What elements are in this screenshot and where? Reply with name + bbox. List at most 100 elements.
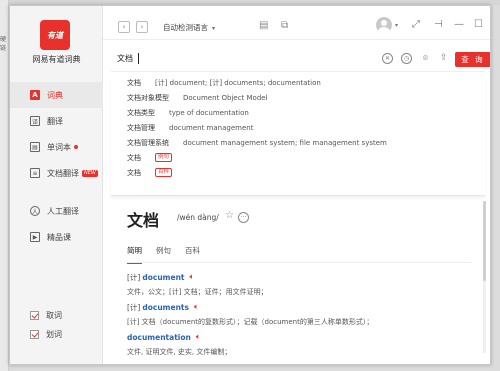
checkbox-label: 取词 xyxy=(46,311,62,320)
sidebar-item-course[interactable]: ▶ 精品课 xyxy=(10,224,103,250)
suggestion-item[interactable]: 文档 [计] document; [计] documents; document… xyxy=(111,75,485,90)
sidebar-item-dictionary[interactable]: A 词典 xyxy=(10,82,103,108)
query-button[interactable]: 查 询 xyxy=(455,52,490,67)
suggestion-item[interactable]: 文档 例句 xyxy=(111,150,485,165)
avatar[interactable] xyxy=(376,17,392,33)
document-translate-icon: ≡ xyxy=(30,168,40,178)
chevron-right-icon: › xyxy=(140,23,144,31)
chevron-down-icon: ▾ xyxy=(212,25,216,32)
sidebar-item-label: 文档翻译 xyxy=(47,168,79,178)
suggestion-definition: Document Object Model xyxy=(183,93,268,102)
top-bar: ‹ › 自动检测语言▾ ▤ ⧉ ▾ ⤢ ⊣ — ☐ ✕ xyxy=(103,6,490,40)
suggestion-definition: document management system; file managem… xyxy=(183,138,387,147)
dictionary-icon: A xyxy=(30,90,40,100)
sidebar-item-human-translate[interactable]: 人 人工翻译 xyxy=(10,198,103,224)
suggestion-item[interactable]: 文档管理 document management xyxy=(111,120,485,135)
speaker-icon[interactable]: 🔈︎ xyxy=(196,332,201,342)
desktop-background: 硬链 xyxy=(0,0,9,371)
mini-mode-icon[interactable]: ⤢ xyxy=(412,19,420,30)
suggestion-definition: document management xyxy=(169,123,254,132)
wordbook-icon: ▤ xyxy=(30,142,40,152)
checkbox-select-word[interactable]: 划词 xyxy=(30,325,62,344)
suggestion-word: 文档 xyxy=(127,168,141,177)
text-cursor xyxy=(138,53,139,64)
suggestion-item[interactable]: 文档 百科 xyxy=(111,165,485,180)
sidebar-item-label: 单词本 xyxy=(47,142,71,152)
suggestion-tag: 例句 xyxy=(155,153,173,162)
maximize-icon[interactable]: ☐ xyxy=(474,19,483,30)
chevron-down-icon[interactable]: ▾ xyxy=(395,22,398,29)
notification-dot xyxy=(74,145,78,149)
sidebar-item-label: 精品课 xyxy=(47,232,71,242)
pin-icon[interactable]: ⊣ xyxy=(434,19,443,30)
sidebar-item-wordbook[interactable]: ▤ 单词本 xyxy=(10,134,103,160)
phonetic: /wén dàng/ xyxy=(177,213,219,222)
capture-options: 取词 划词 xyxy=(30,306,62,344)
suggestion-word: 文档 xyxy=(127,153,141,162)
search-input[interactable] xyxy=(117,54,317,63)
definition-body: 文件，公文；[计] 文档；证件；用文件证明； xyxy=(127,288,268,296)
history-icon[interactable]: ◷ xyxy=(401,53,412,64)
more-icon[interactable]: ··· xyxy=(238,212,249,223)
checkbox-checked-icon[interactable] xyxy=(30,330,39,339)
sidebar-item-label: 翻译 xyxy=(47,116,63,126)
result-panel: 文档 /wén dàng/ ☆ ··· 简明 例句 百科 [计] documen… xyxy=(111,201,481,361)
sidebar-nav: A 词典 译 翻译 ▤ 单词本 ≡ 文档翻译 NEW 人 人工翻译 ▶ 精品课 xyxy=(10,82,103,250)
tab-divider xyxy=(127,262,471,263)
checkbox-capture-word[interactable]: 取词 xyxy=(30,306,62,325)
suggestion-word: 文档类型 xyxy=(127,108,155,117)
checkbox-checked-icon[interactable] xyxy=(30,311,39,320)
share-icon[interactable]: ⇪ xyxy=(440,53,448,63)
definition-prefix: [计] xyxy=(127,302,141,312)
camera-icon[interactable]: ⌾ xyxy=(420,53,431,64)
definition-header: [计] documents 🔈︎ xyxy=(127,301,477,313)
brand-name: 网易有道词典 xyxy=(32,55,81,64)
background-text-fragment: 硬链 xyxy=(0,36,7,52)
suggestion-definition: [计] document; [计] documents; documentati… xyxy=(155,78,321,87)
chevron-left-icon: ‹ xyxy=(122,23,126,31)
minimize-icon[interactable]: — xyxy=(454,19,464,30)
notebook-icon[interactable]: ▤ xyxy=(259,20,268,31)
app-logo: 有道 xyxy=(40,20,70,50)
suggestion-item[interactable]: 文档对象模型 Document Object Model xyxy=(111,90,485,105)
clear-icon[interactable]: ✕ xyxy=(382,53,393,64)
language-label: 自动检测语言 xyxy=(163,23,208,32)
suggestion-word: 文档管理 xyxy=(127,123,155,132)
checkbox-label: 划词 xyxy=(46,330,62,339)
suggestion-word: 文档管理系统 xyxy=(127,138,169,147)
suggestion-item[interactable]: 文档类型 type of documentation xyxy=(111,105,485,120)
sidebar-item-label: 人工翻译 xyxy=(47,206,79,216)
suggestion-item[interactable]: 文档管理系统 document management system; file … xyxy=(111,135,485,150)
definition-body: 文件, 证明文件, 史实, 文件编制； xyxy=(127,348,232,356)
headword: 文档 xyxy=(127,211,160,230)
definition-term[interactable]: documents xyxy=(142,303,189,312)
suggestion-definition: type of documentation xyxy=(169,108,249,117)
forward-button[interactable]: › xyxy=(136,21,148,33)
human-translate-icon: 人 xyxy=(30,206,40,216)
scrollbar-thumb[interactable] xyxy=(483,201,486,281)
definition-list: [计] document 🔈︎ 文件，公文；[计] 文档；证件；用文件证明； [… xyxy=(127,271,477,361)
sidebar-item-document-translate[interactable]: ≡ 文档翻译 NEW xyxy=(10,160,103,186)
definition-body: [计] 文档（document的复数形式）；记载（document的第三人称单数… xyxy=(127,318,374,326)
speaker-icon[interactable]: 🔈︎ xyxy=(194,302,199,312)
definition-term[interactable]: documentation xyxy=(127,333,191,342)
star-icon[interactable]: ☆ xyxy=(225,210,234,221)
definition-header: documentation 🔈︎ xyxy=(127,331,477,343)
screenshot-icon[interactable]: ⧉ xyxy=(281,20,288,31)
sidebar-item-translate[interactable]: 译 翻译 xyxy=(10,108,103,134)
suggestion-word: 文档 xyxy=(127,78,141,87)
speaker-icon[interactable]: 🔈︎ xyxy=(190,272,195,282)
suggestion-tag: 百科 xyxy=(155,168,173,177)
language-select[interactable]: 自动检测语言 ▾ xyxy=(163,22,215,33)
translate-icon: 译 xyxy=(30,116,40,126)
scrollbar[interactable] xyxy=(483,201,486,353)
sidebar-item-label: 词典 xyxy=(47,90,63,100)
app-window: 有道 网易有道词典 A 词典 译 翻译 ▤ 单词本 ≡ 文档翻译 NEW 人 人… xyxy=(9,5,491,365)
new-badge: NEW xyxy=(82,169,98,177)
definition-term[interactable]: document xyxy=(142,273,184,282)
back-button[interactable]: ‹ xyxy=(118,21,130,33)
search-bar: ✕ ◷ ⌾ ⇪ 查 询 xyxy=(111,48,490,72)
definition-header: [计] document 🔈︎ xyxy=(127,271,477,283)
course-icon: ▶ xyxy=(30,232,40,242)
sidebar: 有道 网易有道词典 A 词典 译 翻译 ▤ 单词本 ≡ 文档翻译 NEW 人 人… xyxy=(10,6,103,364)
